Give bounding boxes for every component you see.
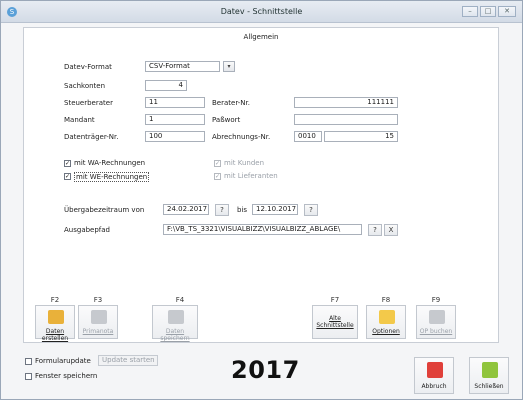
we-checkbox[interactable]: ✓ [64, 173, 71, 180]
alte-line2: Schnittstelle [316, 322, 354, 329]
wa-checkbox[interactable]: ✓ [64, 160, 71, 167]
sachkonten-label: Sachkonten [64, 82, 106, 90]
date-from-help-button[interactable]: ? [215, 204, 229, 216]
daten-speichern-label: Daten speichern [160, 328, 190, 342]
f4-label: F4 [175, 296, 185, 304]
ausgabepfad-field[interactable]: F:\VB_TS_3321\VISUALBIZZ\VISUALBIZZ_ABLA… [163, 224, 362, 235]
formularupdate-label[interactable]: Formularupdate [35, 357, 91, 365]
bis-label: bis [237, 206, 248, 214]
fenster-speichern-checkbox[interactable] [25, 373, 32, 380]
we-label[interactable]: mit WE-Rechnungen [74, 172, 150, 182]
datev-window: S Datev - Schnittstelle – □ ✕ Allgemein … [0, 0, 523, 400]
maximize-icon[interactable]: □ [480, 6, 496, 17]
schliessen-label: Schließen [474, 383, 504, 390]
zeitraum-label: Übergabezeitraum von [64, 206, 145, 214]
lieferanten-label: mit Lieferanten [224, 172, 278, 180]
abrechnungs-field-2[interactable]: 15 [324, 131, 398, 142]
datentraeger-field[interactable]: 100 [145, 131, 205, 142]
kunden-checkbox: ✓ [214, 160, 221, 167]
f8-label: F8 [381, 296, 391, 304]
window-title: Datev - Schnittstelle [220, 7, 303, 16]
optionen-button[interactable]: Optionen [366, 305, 406, 339]
datev-format-label: Datev-Format [64, 63, 112, 71]
primanota-icon [91, 310, 107, 324]
daten-speichern-button: Daten speichern [152, 305, 198, 342]
chevron-down-icon[interactable]: ▾ [223, 61, 235, 72]
abbruch-icon [427, 362, 443, 378]
save-icon [168, 310, 184, 324]
kunden-label: mit Kunden [224, 159, 265, 167]
wa-label[interactable]: mit WA-Rechnungen [74, 159, 145, 167]
minimize-icon[interactable]: – [462, 6, 478, 17]
schliessen-button[interactable]: Schließen [469, 357, 509, 394]
primanota-label: Primanota [82, 328, 114, 335]
options-icon [379, 310, 395, 324]
path-help-button[interactable]: ? [368, 224, 382, 236]
title-bar: S Datev - Schnittstelle – □ ✕ [1, 1, 522, 23]
abbruch-button[interactable]: Abbruch [414, 357, 454, 394]
passwort-field[interactable] [294, 114, 398, 125]
alte-line1: Alte [329, 315, 341, 322]
abrechnungs-label: Abrechnungs-Nr. [212, 133, 271, 141]
steuerberater-field[interactable]: 11 [145, 97, 205, 108]
op-buchen-label: OP buchen [419, 328, 453, 335]
passwort-label: Paßwort [212, 116, 241, 124]
f7-label: F7 [330, 296, 340, 304]
path-clear-button[interactable]: X [384, 224, 398, 236]
abbruch-label: Abbruch [421, 383, 447, 390]
folder-icon [48, 310, 64, 324]
allgemein-panel: Allgemein Datev-Format CSV-Format ▾ Sach… [23, 27, 499, 343]
fenster-speichern-label[interactable]: Fenster speichern [35, 372, 97, 380]
op-buchen-button: OP buchen [416, 305, 456, 339]
date-to-field[interactable]: 12.10.2017 [252, 204, 298, 215]
lieferanten-checkbox: ✓ [214, 173, 221, 180]
formularupdate-checkbox[interactable] [25, 358, 32, 365]
mandant-field[interactable]: 1 [145, 114, 205, 125]
date-from-field[interactable]: 24.02.2017 [163, 204, 209, 215]
optionen-label: Optionen [372, 328, 400, 335]
f9-label: F9 [431, 296, 441, 304]
f2-label: F2 [50, 296, 60, 304]
ausgabepfad-label: Ausgabepfad [64, 226, 110, 234]
sachkonten-field[interactable]: 4 [145, 80, 187, 91]
section-title: Allgemein [243, 33, 279, 41]
date-to-help-button[interactable]: ? [304, 204, 318, 216]
daten-erstellen-button[interactable]: Daten erstellen [35, 305, 75, 342]
mandant-label: Mandant [64, 116, 95, 124]
op-buchen-icon [429, 310, 445, 324]
daten-erstellen-label: Daten erstellen [41, 328, 69, 342]
close-icon[interactable]: ✕ [498, 6, 516, 17]
datev-format-select[interactable]: CSV-Format [145, 61, 220, 72]
checkmark-icon [482, 362, 498, 378]
year-display: 2017 [231, 356, 300, 384]
alte-schnittstelle-button[interactable]: Alte Schnittstelle [312, 305, 358, 339]
window-controls: – □ ✕ [462, 6, 516, 17]
f3-label: F3 [93, 296, 103, 304]
update-starten-button: Update starten [98, 355, 158, 366]
steuerberater-label: Steuerberater [64, 99, 113, 107]
abrechnungs-field-1[interactable]: 0010 [294, 131, 322, 142]
datentraeger-label: Datenträger-Nr. [64, 133, 119, 141]
berater-nr-field[interactable]: 111111 [294, 97, 398, 108]
primanota-button: Primanota [78, 305, 118, 339]
berater-nr-label: Berater-Nr. [212, 99, 250, 107]
